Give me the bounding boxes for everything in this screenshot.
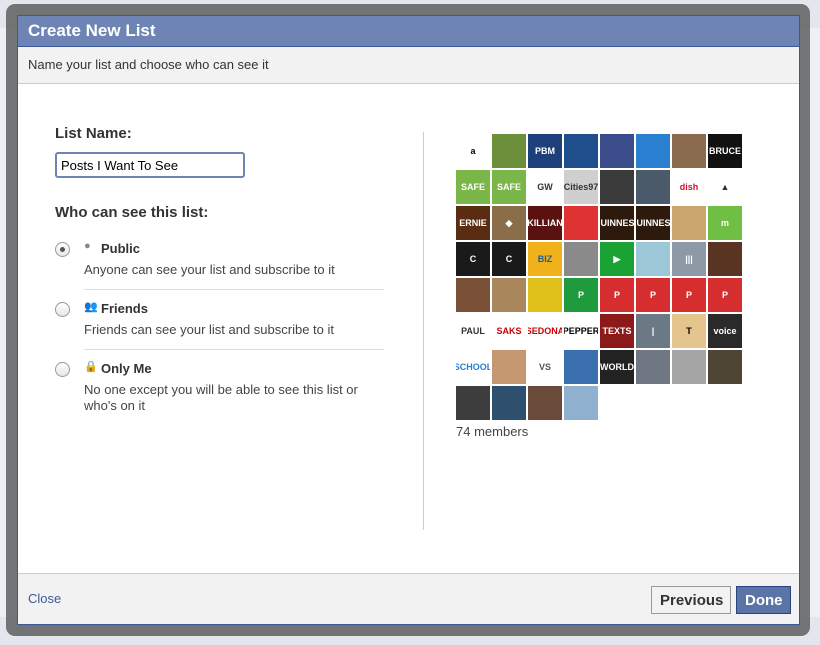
done-button[interactable]: Done	[736, 586, 791, 614]
member-avatar[interactable]	[636, 350, 670, 384]
member-avatar[interactable]	[564, 134, 598, 168]
member-avatar[interactable]: voice	[708, 314, 742, 348]
member-avatar[interactable]: m	[708, 206, 742, 240]
member-avatar[interactable]: P	[564, 278, 598, 312]
member-avatar[interactable]: PBM	[528, 134, 562, 168]
member-avatar[interactable]: ◆	[492, 206, 526, 240]
member-avatar[interactable]	[564, 206, 598, 240]
member-avatar[interactable]: VS	[528, 350, 562, 384]
option-description: No one except you will be able to see th…	[84, 382, 358, 413]
radio-only-me[interactable]	[55, 362, 70, 377]
member-avatar[interactable]: P	[708, 278, 742, 312]
member-avatar[interactable]	[672, 134, 706, 168]
member-avatar[interactable]: SAFE	[492, 170, 526, 204]
member-avatar[interactable]: TEXTS	[600, 314, 634, 348]
friends-icon: 👥	[84, 301, 98, 313]
member-avatar[interactable]: GW	[528, 170, 562, 204]
option-title: Only Me	[101, 361, 152, 376]
radio-friends[interactable]	[55, 302, 70, 317]
member-avatar[interactable]	[636, 170, 670, 204]
member-avatar[interactable]	[528, 386, 562, 420]
member-avatar[interactable]	[456, 278, 490, 312]
create-list-dialog: Create New List Name your list and choos…	[17, 15, 800, 625]
option-title: Friends	[101, 301, 148, 316]
member-grid: a PBM BRUCE SAFE SAFE GW Cities97 dish ▲ ERNIE ◆ KI…	[456, 134, 742, 420]
member-avatar[interactable]	[600, 134, 634, 168]
member-avatar[interactable]	[564, 242, 598, 276]
member-avatar[interactable]: ▶	[600, 242, 634, 276]
member-avatar[interactable]	[708, 350, 742, 384]
globe-icon: ●	[84, 240, 91, 252]
visibility-label: Who can see this list:	[55, 204, 209, 221]
list-name-label: List Name:	[55, 125, 132, 142]
member-avatar[interactable]: PAUL	[456, 314, 490, 348]
member-avatar[interactable]: WORLD	[600, 350, 634, 384]
option-description: Friends can see your list and subscribe …	[84, 322, 335, 337]
member-avatar[interactable]: C	[492, 242, 526, 276]
member-avatar[interactable]	[564, 386, 598, 420]
member-avatar[interactable]: KILLIAN	[528, 206, 562, 240]
close-link[interactable]: Close	[28, 591, 61, 606]
member-avatar[interactable]	[492, 134, 526, 168]
member-avatar[interactable]: SEDONA	[528, 314, 562, 348]
member-avatar[interactable]	[708, 242, 742, 276]
option-title: Public	[101, 241, 141, 256]
members-count: 74 members	[456, 424, 529, 439]
member-avatar[interactable]: Cities97	[564, 170, 598, 204]
dialog-body: List Name: Who can see this list: ● Publ…	[18, 84, 799, 574]
member-avatar[interactable]: GUINNESS	[600, 206, 634, 240]
dialog-footer: Close Previous Done	[18, 573, 799, 624]
member-avatar[interactable]: |	[636, 314, 670, 348]
option-divider	[84, 289, 384, 290]
member-avatar[interactable]: SCHOOL	[456, 350, 490, 384]
option-divider	[84, 349, 384, 350]
member-avatar[interactable]	[672, 206, 706, 240]
member-avatar[interactable]: C	[456, 242, 490, 276]
member-avatar[interactable]: P	[672, 278, 706, 312]
member-avatar[interactable]	[528, 278, 562, 312]
member-avatar[interactable]: |||	[672, 242, 706, 276]
member-avatar[interactable]: BIZ	[528, 242, 562, 276]
dialog-subtitle: Name your list and choose who can see it	[18, 47, 799, 84]
list-name-input[interactable]	[55, 152, 245, 178]
option-description: Anyone can see your list and subscribe t…	[84, 262, 335, 277]
member-avatar[interactable]	[600, 170, 634, 204]
member-avatar[interactable]	[492, 350, 526, 384]
member-avatar[interactable]: BRUCE	[708, 134, 742, 168]
member-avatar[interactable]	[636, 134, 670, 168]
member-avatar[interactable]: P	[600, 278, 634, 312]
member-avatar[interactable]: P	[636, 278, 670, 312]
member-avatar[interactable]	[492, 386, 526, 420]
member-avatar[interactable]: PEPPER	[564, 314, 598, 348]
member-avatar[interactable]	[564, 350, 598, 384]
member-avatar[interactable]	[492, 278, 526, 312]
member-avatar[interactable]	[672, 350, 706, 384]
member-avatar[interactable]: SAKS	[492, 314, 526, 348]
member-avatar[interactable]: a	[456, 134, 490, 168]
member-avatar[interactable]	[636, 242, 670, 276]
dialog-title: Create New List	[18, 16, 799, 47]
member-avatar[interactable]: ERNIE	[456, 206, 490, 240]
column-separator	[423, 132, 424, 530]
member-avatar[interactable]: GUINNESS	[636, 206, 670, 240]
member-avatar[interactable]: SAFE	[456, 170, 490, 204]
member-avatar[interactable]: T	[672, 314, 706, 348]
lock-icon: 🔒	[84, 361, 98, 373]
member-avatar[interactable]	[456, 386, 490, 420]
member-avatar[interactable]: dish	[672, 170, 706, 204]
radio-public[interactable]	[55, 242, 70, 257]
member-avatar[interactable]: ▲	[708, 170, 742, 204]
previous-button[interactable]: Previous	[651, 586, 731, 614]
